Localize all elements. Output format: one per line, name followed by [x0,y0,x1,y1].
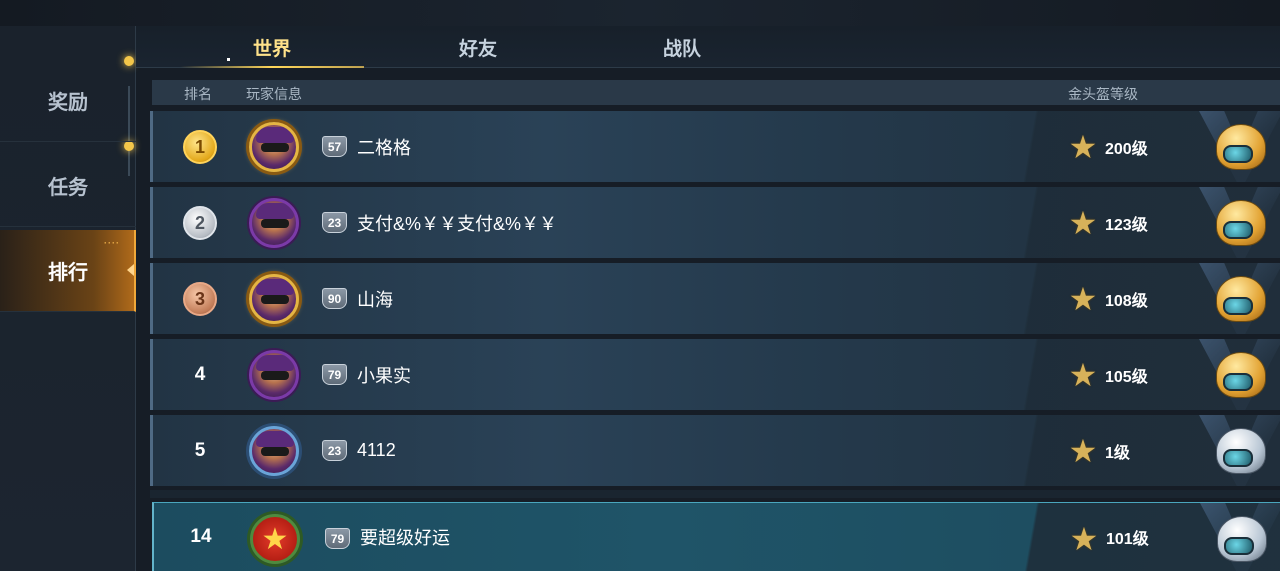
avatar[interactable] [249,274,299,324]
tab-dot [227,58,230,61]
col-rank: 排名 [184,86,212,102]
col-helmet-level: 金头盔等级 [1068,86,1138,102]
table-row[interactable]: 4 79 小果实 ★ 105级 [150,339,1280,410]
avatar[interactable] [249,350,299,400]
star-icon: ★ [1068,433,1098,469]
level-badge: 57 [322,136,347,157]
tab-friends[interactable]: 好友 [386,26,570,68]
level-badge: 23 [322,440,347,461]
list-divider [150,490,1280,498]
level-badge: 79 [322,364,347,385]
sidebar-item-rewards[interactable]: 奖励 [0,60,136,142]
rank-number: 14 [190,526,212,547]
sidebar-item-label: 奖励 [48,92,88,114]
bronze-medal-icon: 3 [183,282,217,316]
player-name: 4112 [357,440,396,460]
avatar[interactable] [249,122,299,172]
helmet-level: 105级 [1105,368,1148,386]
sidebar-item-ranking[interactable]: 排行 ···· [0,230,136,312]
tab-label: 好友 [458,38,497,60]
avatar[interactable] [249,198,299,248]
avatar[interactable]: ★ [250,514,300,564]
tab-squad[interactable]: 战队 [590,26,774,68]
sidebar-item-tasks[interactable]: 任务 [0,145,136,227]
rank-number: 5 [194,439,206,461]
helmet-level: 1级 [1105,444,1130,462]
level-badge: 90 [322,288,347,309]
helmet-level: 101级 [1106,531,1149,548]
sidebar-item-label: 排行 [48,262,88,284]
star-icon: ★ [1068,357,1098,393]
star-icon: ★ [1068,281,1098,317]
star-icon: ★ [1068,205,1098,241]
avatar[interactable] [249,426,299,476]
player-name: 支付&%￥￥支付&%￥￥ [357,213,558,234]
table-row[interactable]: 2 23 支付&%￥￥支付&%￥￥ ★ 123级 [150,187,1280,258]
table-row[interactable]: 3 90 山海 ★ 108级 [150,263,1280,334]
helmet-level: 123级 [1105,216,1148,234]
top-bar [0,0,1280,26]
silver-helmet-icon [1217,516,1267,562]
col-player: 玩家信息 [246,86,302,102]
gold-helmet-icon [1216,124,1266,170]
star-icon: ★ [1068,129,1098,165]
helmet-level: 108级 [1105,292,1148,310]
table-header: 排名 玩家信息 金头盔等级 [152,80,1280,105]
tab-label: 战队 [662,38,701,60]
level-badge: 79 [325,528,350,549]
gold-helmet-icon [1216,276,1266,322]
silver-helmet-icon [1216,428,1266,474]
tab-label: 世界 [252,38,291,60]
rank-number: 4 [194,363,206,385]
red-star-icon: ★ [261,522,289,556]
silver-medal-icon: 2 [183,206,217,240]
player-name: 要超级好运 [360,528,450,548]
helmet-level: 200级 [1105,140,1148,158]
table-row[interactable]: 1 57 二格格 ★ 200级 [150,111,1280,182]
table-row[interactable]: 5 23 4112 ★ 1级 [150,415,1280,486]
gold-helmet-icon [1216,200,1266,246]
active-arrow-icon [127,264,134,276]
player-name: 小果实 [357,365,411,386]
sidebar-item-label: 任务 [48,177,88,199]
player-name: 山海 [357,289,393,310]
decor-dots: ···· [104,238,120,248]
tab-world[interactable]: 世界 [180,26,364,68]
player-name: 二格格 [357,137,411,158]
sidebar: 奖励 任务 排行 ···· [0,26,136,571]
my-rank-row[interactable]: 14 ★ 79 要超级好运 ★ 101级 [152,502,1280,571]
tab-bar: 世界 好友 战队 [136,26,1280,68]
level-badge: 23 [322,212,347,233]
gold-medal-icon: 1 [183,130,217,164]
gold-helmet-icon [1216,352,1266,398]
star-icon: ★ [1069,521,1099,557]
